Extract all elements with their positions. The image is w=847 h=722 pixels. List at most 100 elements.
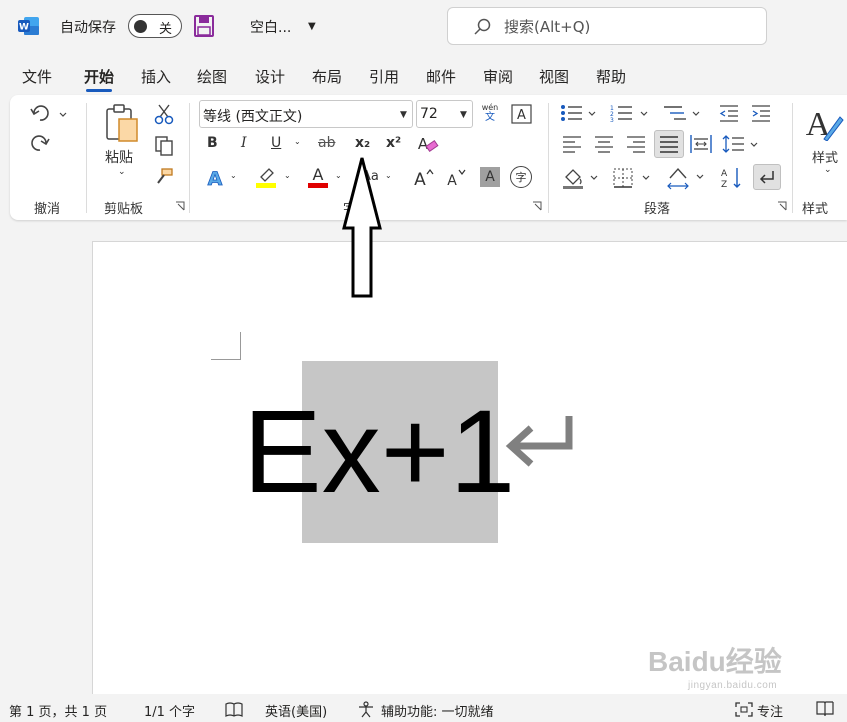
distributed-icon[interactable]: [690, 134, 712, 154]
svg-text:Z: Z: [721, 180, 727, 190]
subscript-button[interactable]: x₂: [355, 135, 370, 151]
cut-icon[interactable]: [154, 103, 174, 125]
group-divider: [548, 103, 549, 213]
copy-icon[interactable]: [154, 135, 174, 157]
search-input[interactable]: [504, 15, 744, 39]
tab-layout[interactable]: 布局: [312, 66, 342, 87]
char-shading-letter: A: [485, 169, 495, 185]
sort-icon[interactable]: A Z: [720, 166, 744, 190]
underline-chevron-icon[interactable]: ⌄: [294, 137, 301, 146]
font-size-select[interactable]: 72 ▼: [416, 100, 473, 128]
clear-formatting-icon[interactable]: A: [415, 133, 439, 155]
paste-chevron-icon[interactable]: ⌄: [118, 167, 126, 177]
font-color-button[interactable]: A: [307, 165, 329, 189]
styles-icon[interactable]: A: [806, 103, 844, 141]
font-name-select[interactable]: 等线 (西文正文) ▼: [199, 100, 413, 128]
autosave-label: 自动保存: [60, 20, 116, 36]
format-painter-icon[interactable]: [154, 167, 174, 187]
justify-button[interactable]: [654, 130, 684, 158]
superscript-button[interactable]: x²: [386, 135, 401, 151]
paste-icon[interactable]: [104, 103, 140, 143]
undo-icon[interactable]: [30, 103, 70, 125]
document-text[interactable]: Ex+1: [243, 382, 515, 522]
phonetic-bottom-label: 文: [485, 112, 495, 123]
tab-home[interactable]: 开始: [84, 66, 114, 92]
watermark-url: jingyan.baidu.com: [688, 680, 778, 691]
tab-insert[interactable]: 插入: [141, 66, 171, 87]
tab-mailings[interactable]: 邮件: [426, 66, 456, 87]
bullets-icon[interactable]: [560, 103, 598, 123]
grow-font-icon[interactable]: A: [412, 167, 434, 189]
char-border-icon[interactable]: A: [511, 104, 533, 124]
font-color-letter: A: [312, 165, 324, 184]
focus-icon[interactable]: [735, 702, 753, 717]
language-indicator[interactable]: 英语(美国): [265, 701, 327, 720]
save-icon[interactable]: [194, 15, 214, 37]
page-count[interactable]: 第 1 页，共 1 页: [9, 701, 107, 720]
accessibility-icon[interactable]: [357, 701, 375, 718]
status-bar: 第 1 页，共 1 页 1/1 个字 英语(美国) 辅助功能: 一切就绪 专注: [0, 697, 847, 722]
font-name-value: 等线 (西文正文): [203, 109, 303, 125]
tab-design[interactable]: 设计: [255, 66, 285, 87]
char-shading-button[interactable]: A: [480, 167, 500, 187]
phonetic-guide-button[interactable]: wén 文: [479, 99, 501, 127]
paste-label[interactable]: 粘贴: [105, 147, 133, 167]
accessibility-status[interactable]: 辅助功能: 一切就绪: [381, 701, 494, 720]
title-chevron-icon[interactable]: ▼: [308, 21, 316, 32]
title-bar: W 自动保存 关 空白... ▼: [0, 0, 847, 56]
paragraph-mark-icon: [759, 171, 774, 184]
enclose-char-button[interactable]: 字: [510, 166, 532, 188]
strikethrough-button[interactable]: ab: [318, 135, 335, 151]
autosave-toggle[interactable]: 关: [128, 14, 182, 38]
shading-icon[interactable]: [562, 167, 602, 189]
font-color-swatch: [308, 183, 328, 188]
bold-button[interactable]: B: [207, 135, 218, 151]
watermark: Baidu经验 jingyan.baidu.com: [648, 640, 782, 691]
multilevel-list-icon[interactable]: [662, 103, 704, 123]
align-center-icon[interactable]: [594, 135, 614, 153]
word-count[interactable]: 1/1 个字: [144, 701, 195, 720]
numbering-icon[interactable]: 1 2 3: [610, 103, 652, 123]
tab-draw[interactable]: 绘图: [197, 66, 227, 87]
paragraph-launcher-icon[interactable]: [777, 201, 787, 211]
styles-button-label[interactable]: 样式: [812, 147, 838, 166]
styles-chevron-icon[interactable]: ⌄: [824, 165, 832, 175]
increase-indent-icon[interactable]: [750, 103, 772, 123]
underline-button[interactable]: U: [271, 135, 281, 151]
italic-button[interactable]: I: [241, 135, 247, 151]
show-marks-button[interactable]: [753, 164, 781, 190]
search-box[interactable]: [447, 7, 767, 45]
highlight-icon[interactable]: [255, 165, 277, 189]
document-title[interactable]: 空白...: [250, 17, 291, 37]
tab-references[interactable]: 引用: [369, 66, 399, 87]
line-spacing-icon[interactable]: [722, 134, 762, 154]
read-mode-icon[interactable]: [816, 701, 834, 717]
tab-file[interactable]: 文件: [22, 66, 52, 87]
shrink-font-icon[interactable]: A: [444, 167, 466, 189]
change-case-chevron-icon[interactable]: ⌄: [385, 171, 392, 180]
highlight-chevron-icon[interactable]: ⌄: [284, 171, 291, 180]
tab-view[interactable]: 视图: [539, 66, 569, 87]
toggle-state-label: 关: [159, 22, 173, 37]
focus-label[interactable]: 专注: [757, 701, 783, 720]
align-right-icon[interactable]: [626, 135, 646, 153]
decrease-indent-icon[interactable]: [718, 103, 740, 123]
tab-help[interactable]: 帮助: [596, 66, 626, 87]
tab-review[interactable]: 审阅: [483, 66, 513, 87]
proofing-book-icon[interactable]: [225, 702, 243, 717]
font-launcher-icon[interactable]: [532, 201, 542, 211]
ribbon-tabs: 文件 开始 插入 绘图 设计 布局 引用 邮件 审阅 视图 帮助: [0, 62, 847, 92]
clipboard-launcher-icon[interactable]: [175, 201, 185, 211]
text-direction-icon[interactable]: [666, 166, 708, 190]
group-divider: [86, 103, 87, 213]
paragraph-group-label: 段落: [644, 202, 671, 217]
align-left-icon[interactable]: [562, 135, 582, 153]
svg-text:A: A: [418, 135, 429, 153]
text-effects-icon[interactable]: A: [204, 167, 226, 189]
text-effects-chevron-icon[interactable]: ⌄: [230, 171, 237, 180]
redo-icon[interactable]: [30, 133, 52, 155]
justify-icon: [660, 136, 678, 153]
toggle-knob: [134, 20, 147, 33]
document-page[interactable]: Ex+1: [92, 241, 847, 694]
borders-icon[interactable]: [612, 167, 654, 189]
